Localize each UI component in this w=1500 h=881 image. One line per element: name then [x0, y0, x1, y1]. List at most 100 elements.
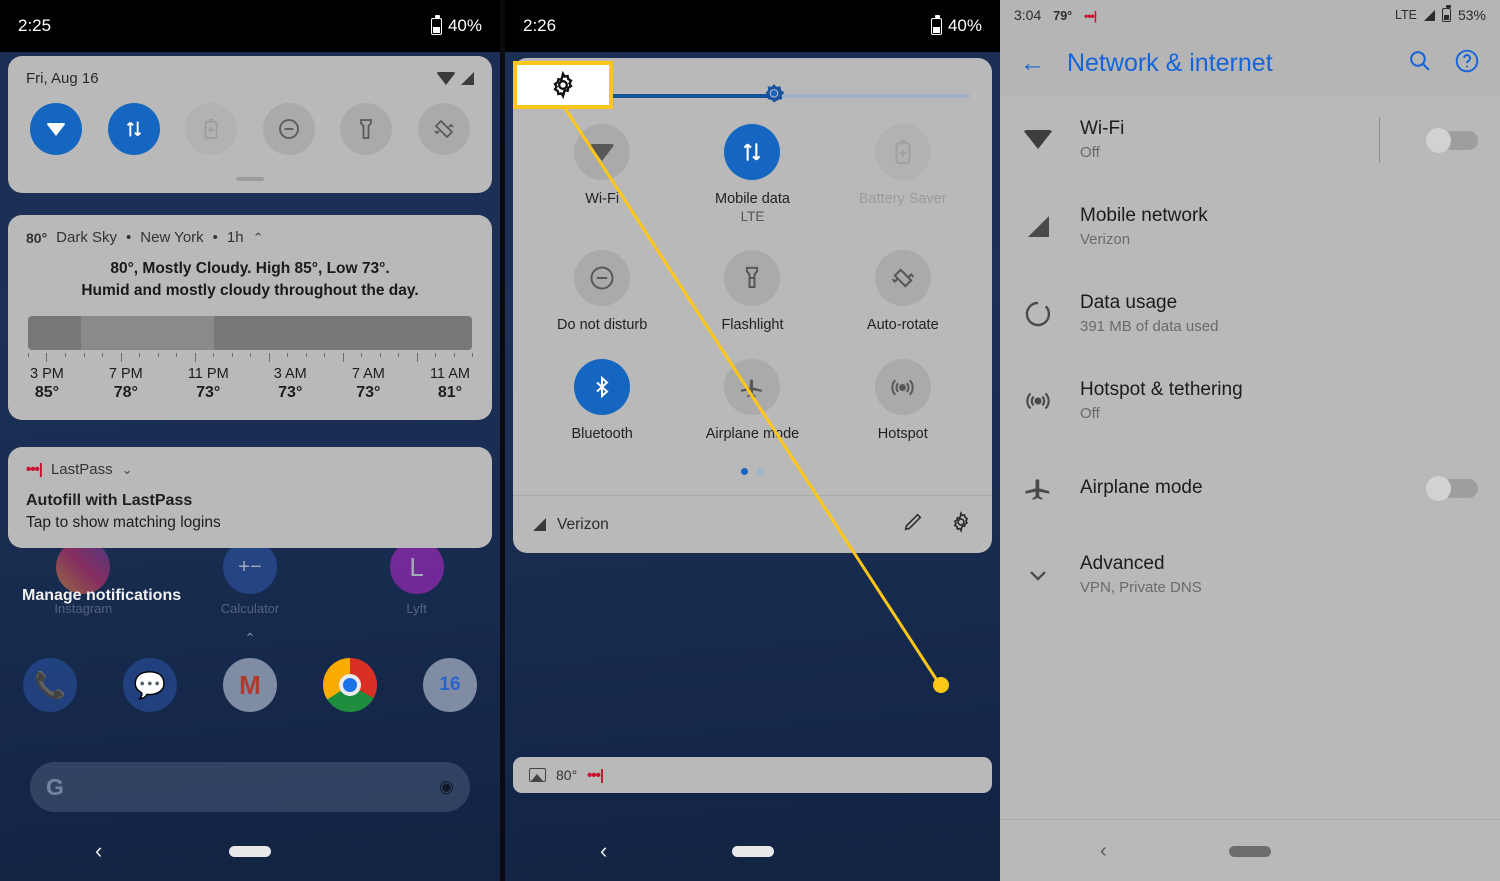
mini-notification-temp: 80° [556, 767, 578, 783]
quick-tile-battery-saver[interactable]: Battery Saver [828, 124, 978, 224]
pager-dot-1[interactable] [741, 468, 748, 475]
weather-hour-temp: 78° [113, 384, 138, 401]
google-search-bar[interactable]: G ◉ [30, 762, 470, 812]
system-nav-bar: ‹ [505, 821, 1000, 881]
flashlight-icon [724, 250, 781, 306]
image-icon [529, 768, 546, 782]
weather-interval: 1h [226, 229, 244, 246]
tick-mark [175, 353, 177, 357]
settings-row-mobile-network[interactable]: Mobile network Verizon [1000, 183, 1500, 270]
weather-hour-cell: 7 AM 73° [352, 366, 385, 402]
home-pill[interactable] [731, 845, 774, 857]
brightness-knob[interactable] [761, 83, 787, 109]
help-icon[interactable] [1454, 48, 1480, 79]
quick-tile-wifi[interactable] [30, 103, 82, 155]
settings-toggle-wifi[interactable] [1426, 127, 1478, 153]
settings-row-hotspot-tethering[interactable]: Hotspot & tethering Off [1000, 357, 1500, 444]
wifi-icon [436, 72, 456, 85]
settings-row-title: Mobile network [1080, 205, 1208, 226]
row-divider [1379, 116, 1380, 163]
assistant-icon[interactable]: ◉ [439, 777, 454, 797]
tick-mark [379, 353, 381, 357]
app-drawer-chevron-icon[interactable]: ⌃ [244, 630, 256, 647]
quick-tile-mobile-data[interactable] [107, 103, 160, 155]
tick-mark [64, 353, 66, 357]
quick-tile-airplane-mode[interactable]: Airplane mode [677, 359, 827, 442]
app-calendar[interactable]: 16 [413, 658, 487, 712]
settings-row-subtitle: Off [1080, 144, 1100, 161]
app-messages[interactable]: 💬 [113, 658, 187, 712]
dot-sep: • [212, 229, 218, 246]
weather-hour-label: 3 PM [30, 366, 64, 382]
chevron-up-icon[interactable]: ⌃ [253, 230, 264, 246]
quick-settings-shade: Fri, Aug 16 [8, 56, 492, 193]
app-lyft[interactable]: L Lyft [380, 540, 454, 616]
weather-hour-cell: 11 PM 73° [188, 366, 229, 402]
notification-weather[interactable]: 80° Dark Sky • New York • 1h ⌃ 80°, Most… [8, 215, 492, 420]
quick-tile-battery-saver[interactable] [185, 103, 238, 155]
quick-tile-do-not-disturb[interactable]: Do not disturb [527, 250, 677, 333]
weather-headline-text: 80°, Mostly Cloudy. High 85°, Low 73°. [110, 260, 390, 277]
app-calculator[interactable]: +− Calculator [213, 540, 287, 616]
gear-icon [553, 71, 573, 99]
pencil-icon[interactable] [902, 511, 924, 538]
home-pill[interactable] [229, 845, 271, 857]
back-icon[interactable]: ‹ [1100, 840, 1107, 863]
screenshot-stage: Instagram +− Calculator L Lyft ⌃ 📞 💬 M 1… [0, 0, 1500, 881]
quick-tile-label: Bluetooth [571, 426, 633, 442]
settings-row-wifi[interactable]: Wi-Fi Off [1000, 96, 1500, 183]
weather-temp-bar [28, 316, 472, 350]
settings-toggle-airplane-mode[interactable] [1426, 475, 1478, 501]
quick-tile-do-not-disturb[interactable] [262, 103, 315, 155]
callout-gear-highlight [513, 61, 613, 109]
manage-notifications-button[interactable]: Manage notifications [22, 587, 181, 605]
quick-tile-label: Auto-rotate [866, 317, 939, 333]
weather-tick-marks [28, 353, 473, 362]
home-pill[interactable] [1229, 846, 1271, 857]
airplane-icon [724, 359, 781, 415]
status-time: 2:26 [523, 16, 557, 35]
app-gmail[interactable]: M [213, 658, 287, 712]
page-title: Network & internet [1067, 48, 1273, 77]
quick-tile-wifi[interactable]: Wi-Fi [527, 124, 677, 224]
weather-hour-cell: 3 PM 85° [30, 366, 64, 402]
minus-circle-icon [278, 119, 299, 139]
quick-tile-auto-rotate[interactable]: Auto-rotate [828, 250, 978, 333]
quick-tile-mobile-data[interactable]: Mobile data LTE [677, 124, 827, 224]
tick-mark [139, 353, 140, 357]
quick-tile-label: Battery Saver [858, 191, 947, 207]
quick-tile-label: Wi-Fi [585, 191, 620, 207]
chevron-down-icon [1022, 561, 1054, 589]
quick-tile-flashlight[interactable] [340, 103, 393, 155]
tick-mark [453, 353, 455, 357]
tick-mark [83, 353, 85, 357]
mini-notification-weather[interactable]: 80° •••| [513, 757, 992, 793]
quick-tile-flashlight[interactable]: Flashlight [677, 250, 827, 333]
back-arrow-icon[interactable]: ← [1020, 49, 1045, 78]
settings-row-title: Wi-Fi [1080, 118, 1125, 139]
quick-tile-hotspot[interactable]: Hotspot [828, 359, 978, 442]
app-chrome[interactable] [313, 658, 387, 712]
quick-settings-footer: Verizon [513, 495, 992, 553]
quick-tile-bluetooth[interactable]: Bluetooth [527, 359, 677, 442]
settings-row-airplane-mode[interactable]: Airplane mode [1000, 444, 1500, 531]
app-phone[interactable]: 📞 [13, 658, 87, 712]
settings-row-data-usage[interactable]: Data usage 391 MB of data used [1000, 270, 1500, 357]
weather-temp: 80° [26, 229, 48, 246]
back-icon[interactable]: ‹ [600, 838, 607, 864]
tick-mark [194, 353, 196, 362]
search-icon[interactable] [1407, 48, 1432, 78]
back-icon[interactable]: ‹ [95, 838, 102, 864]
notification-lastpass[interactable]: •••| LastPass ⌄ Autofill with LastPass T… [8, 447, 492, 548]
pager-dot-2[interactable] [757, 468, 764, 475]
weather-hour-label: 11 PM [187, 366, 229, 382]
shade-drag-handle[interactable] [236, 177, 264, 181]
chevron-down-icon[interactable]: ⌄ [122, 462, 133, 478]
phone-panel-notification-shade: Instagram +− Calculator L Lyft ⌃ 📞 💬 M 1… [0, 0, 500, 881]
settings-gear-icon[interactable] [950, 511, 972, 538]
app-label: Lyft [406, 601, 427, 616]
lastpass-app-name: LastPass [50, 461, 113, 478]
quick-tile-auto-rotate[interactable] [417, 103, 470, 155]
settings-row-advanced[interactable]: Advanced VPN, Private DNS [1000, 531, 1500, 618]
quick-settings-pager[interactable] [513, 468, 992, 495]
